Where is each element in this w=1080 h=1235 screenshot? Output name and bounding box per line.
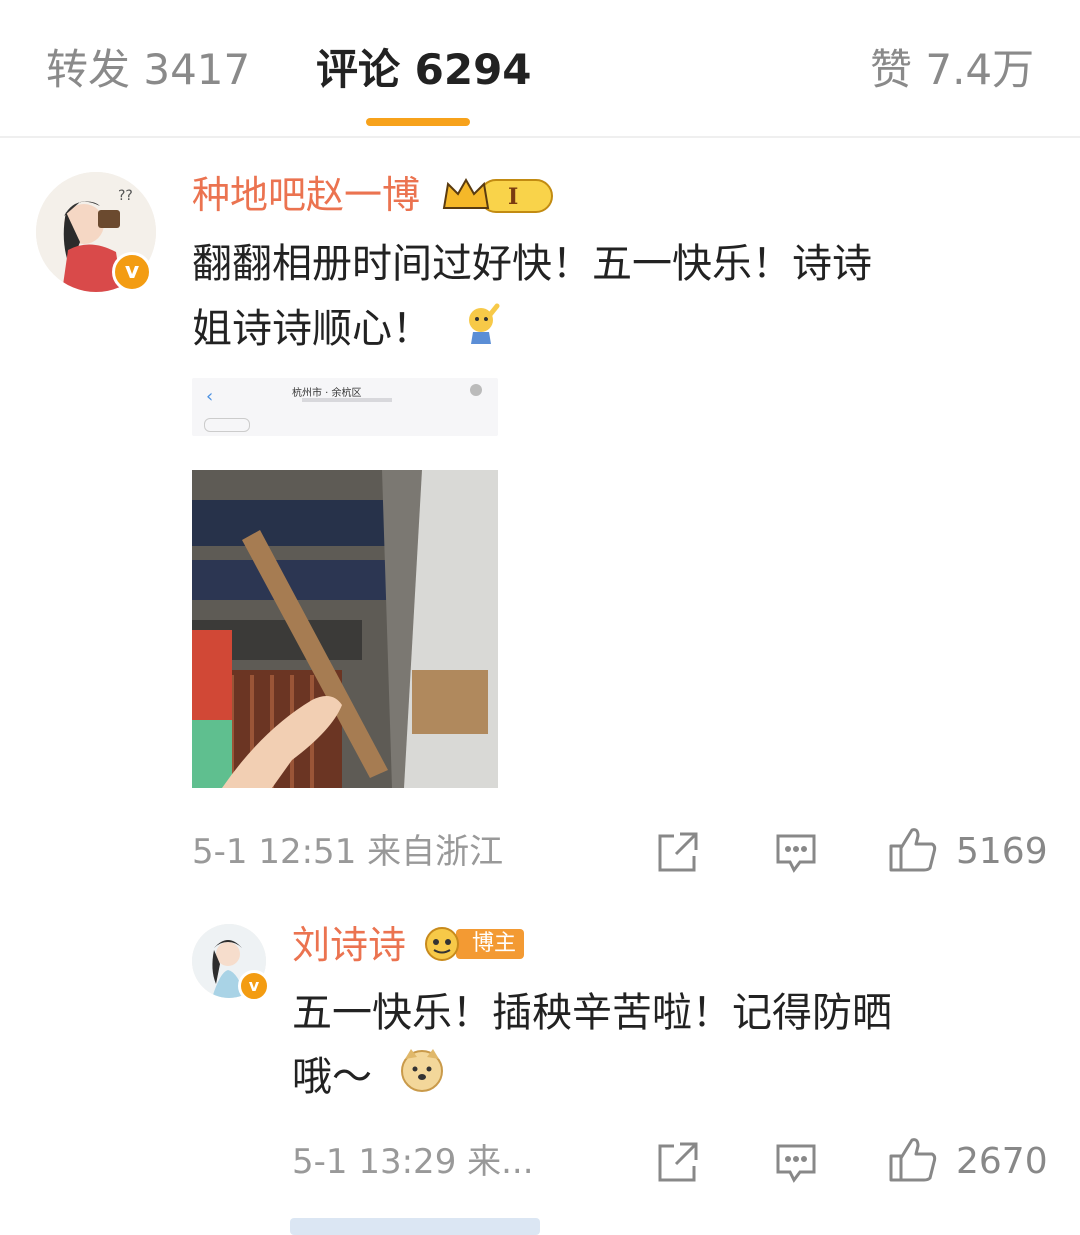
back-icon: ‹ (206, 386, 214, 407)
attachment-subtext (302, 398, 392, 402)
reply-verified-icon: v (238, 970, 270, 1002)
comment-text-line-1: 翻翻相册时间过好快！五一快乐！诗诗 (192, 241, 872, 287)
more-icon (470, 384, 482, 396)
doge-emoji-icon (399, 1047, 445, 1111)
comment-photo[interactable] (192, 470, 498, 788)
author-badge-label: 博主 (472, 931, 517, 956)
svg-text:??: ?? (118, 188, 133, 204)
reply-like-icon[interactable] (888, 1136, 938, 1188)
reply-share-icon[interactable] (656, 1140, 700, 1188)
more-replies-link[interactable] (290, 1218, 540, 1235)
level-badge-text: I (508, 184, 518, 210)
cheer-emoji-icon (459, 300, 501, 362)
reply-username[interactable]: 刘诗诗 (292, 920, 406, 970)
verified-icon: v (112, 252, 152, 292)
attachment-header-image[interactable]: ‹ 杭州市 · 余杭区 (192, 378, 498, 436)
crown-icon: I (440, 174, 558, 220)
comment-icon[interactable] (774, 830, 818, 878)
comment-username[interactable]: 种地吧赵一博 (192, 170, 420, 220)
tab-bar: 转发 3417 评论 6294 赞 7.4万 (0, 0, 1080, 138)
attachment-location: 杭州市 · 余杭区 (292, 388, 362, 399)
tab-comment[interactable]: 评论 6294 (316, 42, 532, 98)
reply-text-line-1: 五一快乐！插秧辛苦啦！记得防晒 (292, 990, 892, 1036)
reply-meta: 5-1 13:29 来... (292, 1142, 534, 1182)
comment-like-count: 5169 (956, 831, 1048, 872)
tag-chip (204, 418, 250, 432)
like-icon[interactable] (888, 826, 938, 878)
comment-text-line-2: 姐诗诗顺心！ (192, 298, 501, 362)
active-tab-indicator (366, 118, 470, 126)
comment-meta: 5-1 12:51 来自浙江 (192, 832, 504, 872)
share-icon[interactable] (656, 830, 700, 878)
reply-comment-icon[interactable] (774, 1140, 818, 1188)
tab-like[interactable]: 赞 7.4万 (870, 42, 1034, 98)
reply-like-count: 2670 (956, 1141, 1048, 1182)
reply-text-line-2: 哦～ (292, 1046, 445, 1111)
tab-repost[interactable]: 转发 3417 (46, 42, 250, 98)
